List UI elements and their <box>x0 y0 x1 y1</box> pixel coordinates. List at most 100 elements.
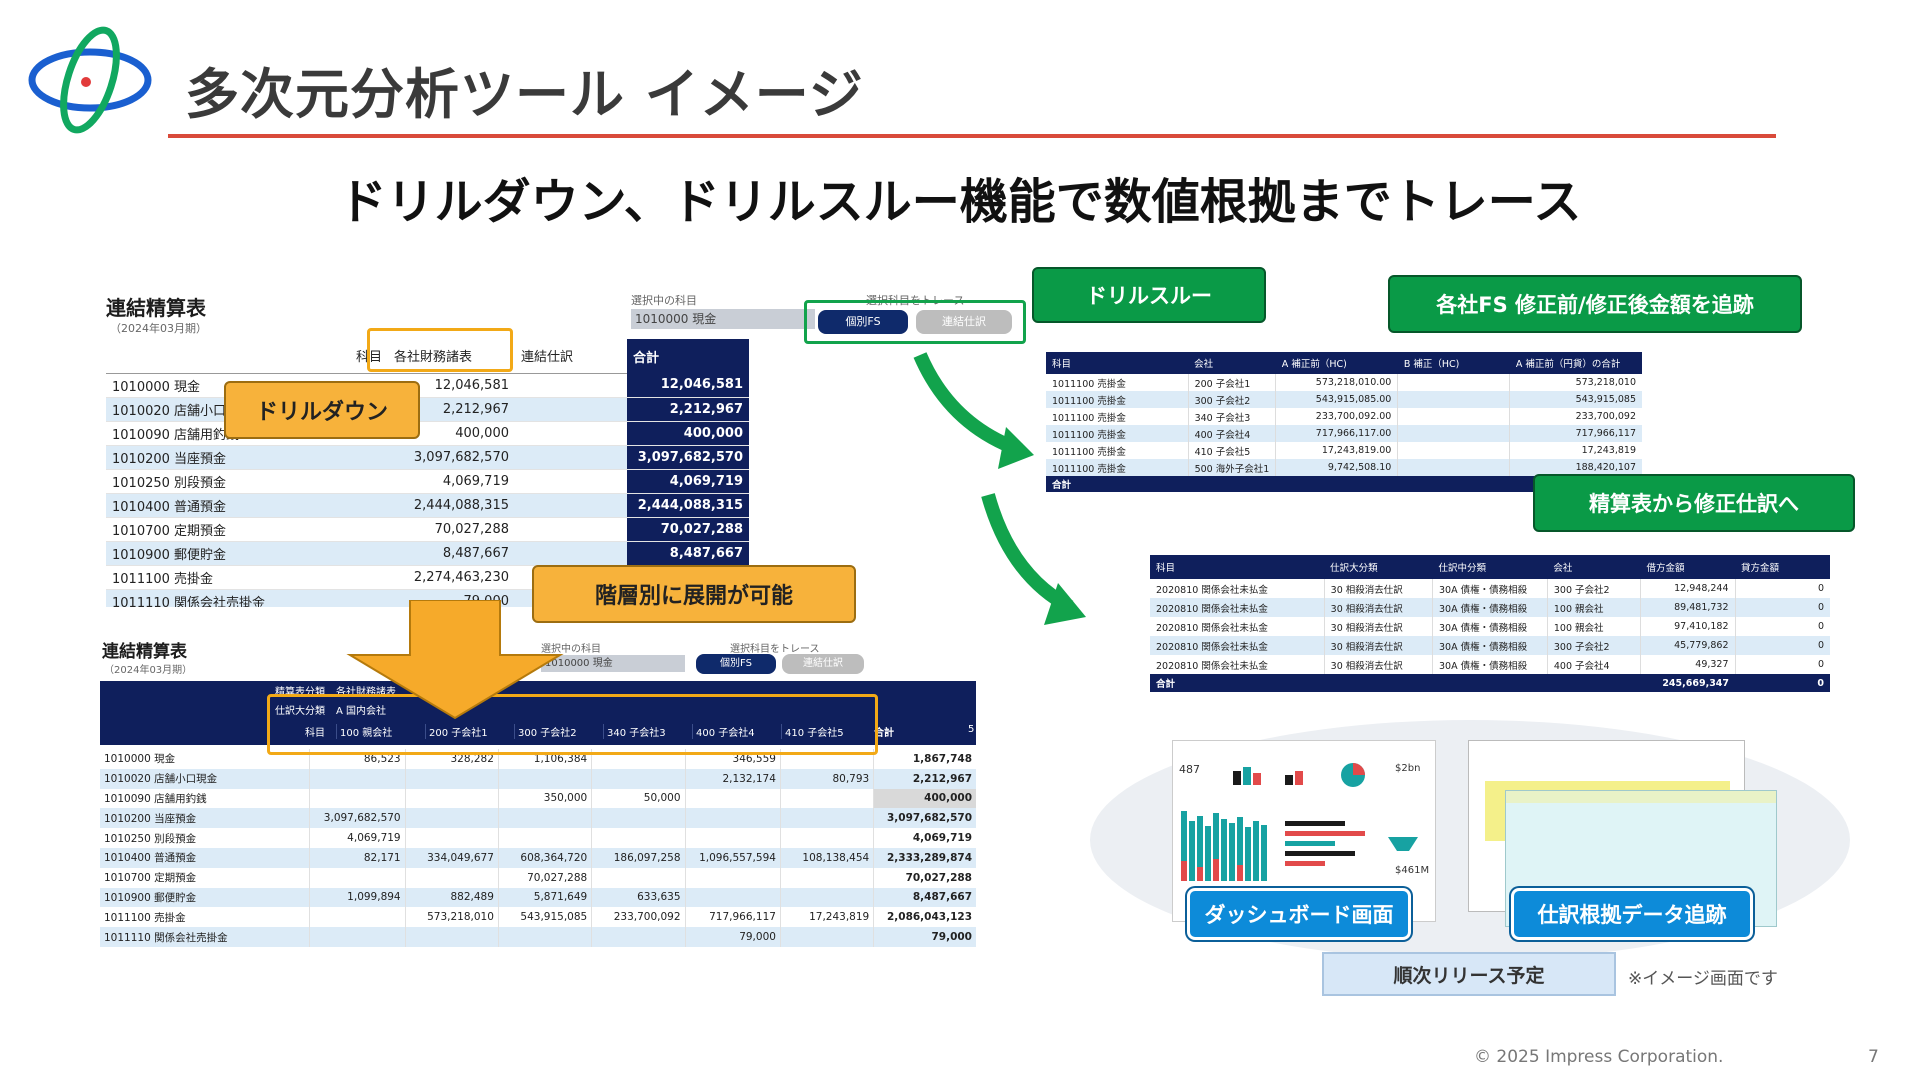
table-row[interactable]: 1010400 普通預金 2,444,088,315 2,444,088,315 <box>106 493 749 518</box>
amount-cell: 2,444,088,315 <box>388 493 515 518</box>
amount-cell <box>404 808 499 829</box>
amount-cell: 573,218,010.00 <box>1275 374 1398 391</box>
sheet-header-band <box>1506 791 1776 803</box>
col-header: 貸方金額 <box>1741 563 1780 574</box>
amount-cell: 4,069,719 <box>627 469 749 494</box>
account-cell: 1011110 関係会社売掛金 <box>104 931 228 944</box>
text-cell: 30 相殺消去仕訳 <box>1323 579 1433 598</box>
amount-cell <box>684 867 781 888</box>
col-header-journal: 連結仕訳 <box>515 339 627 374</box>
table-row[interactable]: 1010700 定期預金 70,027,288 70,027,288 <box>106 517 749 542</box>
amount-cell: 70,027,288 <box>388 517 515 542</box>
amount-cell: 2,212,967 <box>873 768 976 789</box>
amount-cell <box>515 469 627 494</box>
table-row[interactable]: 2020810 関係会社未払金 30 相殺消去仕訳 30A 債権・債務相殺 400 子… <box>1150 655 1830 674</box>
table-row[interactable]: 2020810 関係会社未払金 30 相殺消去仕訳 30A 債権・債務相殺 100 親… <box>1150 617 1830 636</box>
amount-cell: 186,097,258 <box>591 847 686 868</box>
amount-cell: 350,000 <box>497 788 592 809</box>
table-row[interactable]: 1010900 郵便貯金 8,487,667 8,487,667 <box>106 541 749 566</box>
amount-cell <box>1397 374 1510 391</box>
extra-col-header: 5 <box>968 724 975 735</box>
amount-cell: 717,966,117.00 <box>1275 425 1398 442</box>
text-cell: 500 海外子会社1 <box>1187 459 1276 476</box>
sheet-title: 連結精算表 <box>106 296 206 320</box>
total-label: 合計 <box>1156 679 1176 690</box>
table-row[interactable]: 1010250 別段預金 4,069,719 4,069,719 <box>100 828 976 848</box>
table-row[interactable]: 1011100 売掛金 573,218,010 543,915,085 233,700… <box>100 907 976 928</box>
table-row[interactable]: 2020810 関係会社未払金 30 相殺消去仕訳 30A 債権・債務相殺 100 親… <box>1150 598 1830 617</box>
amount-cell: 882,489 <box>404 887 499 908</box>
table-row[interactable]: 1010900 郵便貯金 1,099,894 882,489 5,871,649 633… <box>100 887 976 908</box>
table-row[interactable]: 1010400 普通預金 82,171 334,049,677 608,364,720… <box>100 847 976 868</box>
amount-cell: 4,069,719 <box>873 828 976 848</box>
col-header: A 補正前（円貨）の合計 <box>1515 359 1621 370</box>
table-row[interactable]: 1010090 店舗用釣銭 350,000 50,000 400,000 <box>100 788 976 809</box>
amount-cell <box>1397 408 1510 425</box>
amount-cell: 4,069,719 <box>309 828 406 848</box>
trace-buttons-highlight <box>804 300 1026 344</box>
table-row[interactable]: 1010020 店舗小口現金 2,132,174 80,793 2,212,967 <box>100 768 976 789</box>
amount-cell: 1,096,557,594 <box>684 847 781 868</box>
text-cell: 200 子会社1 <box>1187 374 1276 391</box>
amount-cell <box>404 768 499 789</box>
amount-cell: 49,327 <box>1640 655 1736 674</box>
amount-cell: 233,700,092 <box>1509 408 1642 425</box>
amount-cell <box>1397 459 1510 476</box>
amount-cell: 50,000 <box>591 788 686 809</box>
account-cell: 1010020 店舗小口現金 <box>104 773 218 786</box>
amount-cell: 233,700,092.00 <box>1275 408 1398 425</box>
amount-cell <box>404 867 499 888</box>
amount-cell: 717,966,117 <box>684 907 781 928</box>
table-row[interactable]: 1010090 店舗用釣銭 400,000 400,000 <box>106 421 749 446</box>
amount-cell <box>684 808 781 829</box>
amount-cell <box>591 867 686 888</box>
amount-cell: 2,132,174 <box>684 768 781 789</box>
sheet-period: （2024年03月期） <box>110 322 207 335</box>
account-cell: 1010400 普通預金 <box>106 493 388 518</box>
drillthrough-arrows <box>913 352 1086 625</box>
account-cell: 1010900 郵便貯金 <box>104 891 197 904</box>
amount-cell <box>515 397 627 422</box>
table-row[interactable]: 1010200 当座預金 3,097,682,570 3,097,682,570 <box>100 808 976 829</box>
release-badge: 順次リリース予定 <box>1322 952 1616 996</box>
amount-cell: 0 <box>1734 579 1830 598</box>
hierarchy-callout: 階層別に展開が可能 <box>532 565 856 623</box>
table-row[interactable]: 2020810 関係会社未払金 30 相殺消去仕訳 30A 債権・債務相殺 300 子… <box>1150 636 1830 655</box>
col-header: A 補正前（HC) <box>1281 359 1347 370</box>
amount-cell: 89,481,732 <box>1640 598 1736 617</box>
amount-cell: 0 <box>1734 636 1830 655</box>
table-row[interactable]: 2020810 関係会社未払金 30 相殺消去仕訳 30A 債権・債務相殺 300 子… <box>1150 579 1830 598</box>
amount-cell <box>591 828 686 848</box>
amount-cell: 2,274,463,230 <box>388 565 515 590</box>
amount-cell: 573,218,010 <box>1509 374 1642 391</box>
text-cell: 300 子会社2 <box>1546 636 1641 655</box>
amount-cell <box>1397 391 1510 408</box>
consolidation-journal-button[interactable]: 連結仕訳 <box>782 654 864 674</box>
table-row[interactable]: 1010200 当座預金 3,097,682,570 3,097,682,570 <box>106 445 749 470</box>
table-row[interactable]: 1010250 別段預金 4,069,719 4,069,719 <box>106 469 749 494</box>
amount-cell <box>309 788 406 809</box>
amount-cell: 233,700,092 <box>591 907 686 928</box>
journal-callout: 精算表から修正仕訳へ <box>1533 474 1855 532</box>
amount-cell: 12,948,244 <box>1640 579 1736 598</box>
amount-cell <box>515 493 627 518</box>
amount-cell: 3,097,682,570 <box>309 808 406 829</box>
expanded-table: 1010000 現金 86,523 328,282 1,106,384 346,559 1… <box>100 749 976 947</box>
page-number: 7 <box>1868 1047 1879 1067</box>
amount-cell: 3,097,682,570 <box>627 445 749 470</box>
amount-cell: 334,049,677 <box>404 847 499 868</box>
amount-cell: 1,867,748 <box>873 749 976 769</box>
amount-cell <box>1397 425 1510 442</box>
table-row[interactable]: 1010700 定期預金 70,027,288 70,027,288 <box>100 867 976 888</box>
table-row[interactable]: 1010000 現金 12,046,581 12,046,581 <box>106 373 749 398</box>
table-row[interactable]: 1011110 関係会社売掛金 79,000 79,000 <box>100 927 976 947</box>
table-row[interactable]: 1010020 店舗小口現金 2,212,967 2,212,967 <box>106 397 749 422</box>
copyright: © 2025 Impress Corporation. <box>1474 1047 1724 1067</box>
col-header: B 補正（HC) <box>1403 359 1460 370</box>
individual-fs-button[interactable]: 個別FS <box>696 654 776 674</box>
amount-cell <box>515 421 627 446</box>
account-cell: 1010250 別段預金 <box>106 469 388 494</box>
col-header: 仕訳大分類 <box>1330 563 1378 574</box>
selected-account-field[interactable]: 1010000 現金 <box>631 309 815 329</box>
amount-cell: 573,218,010 <box>404 907 499 928</box>
